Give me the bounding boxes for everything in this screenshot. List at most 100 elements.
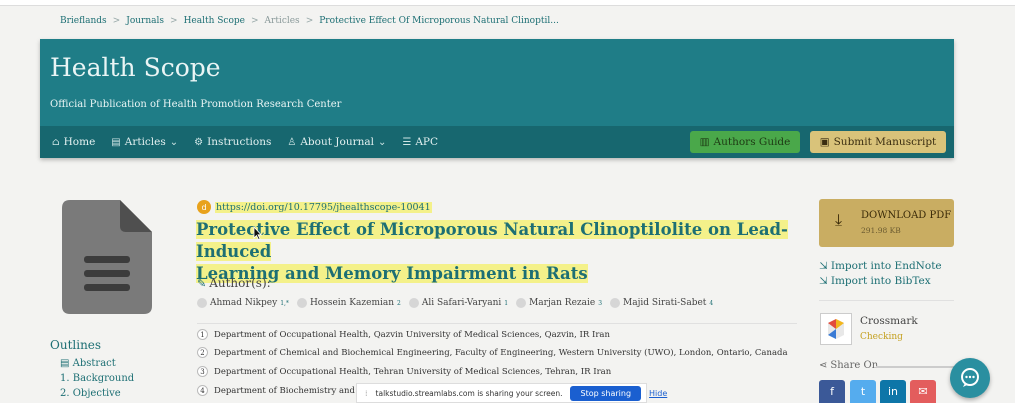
breadcrumb-separator: > xyxy=(170,16,178,26)
hide-link[interactable]: Hide xyxy=(649,389,667,398)
download-pdf-button[interactable]: ⤓ DOWNLOAD PDF 291.98 KB xyxy=(819,199,954,247)
breadcrumb-current-article: Protective Effect Of Microporous Natural… xyxy=(319,16,559,26)
nav-apc-label: APC xyxy=(415,136,439,148)
nav-about-journal-label: About Journal xyxy=(300,136,374,148)
chevron-down-icon: ⌄ xyxy=(377,136,387,148)
divider xyxy=(876,366,954,368)
share-on-label: Share On xyxy=(830,360,879,371)
author-item[interactable]: Marjan Rezaie 3 xyxy=(516,298,602,308)
twitter-share-button[interactable]: t xyxy=(850,380,876,403)
crossmark-logo xyxy=(828,319,844,339)
affiliation-text: Department of Occupational Health, Qazvi… xyxy=(214,329,610,340)
share-on-heading: ⋖ Share On xyxy=(819,360,878,371)
outline-link-abstract[interactable]: ▤ Abstract xyxy=(60,358,134,369)
drag-handle-icon[interactable]: ⁞ xyxy=(365,389,368,398)
import-icon: ⇲ xyxy=(819,260,828,272)
download-icon: ⤓ xyxy=(835,210,843,229)
article-title: Protective Effect of Microporous Natural… xyxy=(196,219,796,285)
stop-sharing-button[interactable]: Stop sharing xyxy=(570,385,642,401)
outlines-title: Outlines xyxy=(50,338,102,352)
pdf-document-icon xyxy=(62,200,152,314)
breadcrumb-separator: > xyxy=(112,16,121,26)
facebook-share-button[interactable]: f xyxy=(819,380,845,403)
affiliation-item: 2 Department of Chemical and Biochemical… xyxy=(197,347,788,358)
nav-instructions[interactable]: ⚙ Instructions xyxy=(194,136,271,148)
breadcrumb-journals[interactable]: Journals xyxy=(126,16,164,26)
nav-home-label: Home xyxy=(63,136,96,148)
outline-link-objective[interactable]: 2. Objective xyxy=(60,388,134,399)
screen-share-message: talkstudio.streamlabs.com is sharing you… xyxy=(375,388,563,398)
nav-instructions-label: Instructions xyxy=(207,136,272,148)
affiliation-item: 4 Department of Biochemistry and Ge... xyxy=(197,385,378,396)
import-endnote-label: Import into EndNote xyxy=(830,260,942,272)
author-item[interactable]: Majid Sirati-Sabet 4 xyxy=(610,298,713,308)
article-title-line-1: Protective Effect of Microporous Natural… xyxy=(196,220,788,261)
breadcrumb-brieflands[interactable]: Brieflands xyxy=(60,16,107,26)
nav-about-journal[interactable]: ♙ About Journal ⌄ xyxy=(287,136,386,148)
crossmark-status: Checking xyxy=(860,332,903,342)
affiliation-number: 4 xyxy=(197,385,208,396)
author-item[interactable]: Ahmad Nikpey 1,* xyxy=(197,298,289,308)
affiliation-text: Department of Chemical and Biochemical E… xyxy=(214,347,788,358)
nav-home[interactable]: ⌂ Home xyxy=(52,136,95,148)
import-bibtex-link[interactable]: ⇲ Import into BibTex xyxy=(819,275,931,287)
screen-share-bar: ⁞ talkstudio.streamlabs.com is sharing y… xyxy=(356,383,667,403)
affiliation-item: 1 Department of Occupational Health, Qaz… xyxy=(197,329,610,340)
doi-icon: d xyxy=(197,200,211,214)
author-affiliation-ref: 3 xyxy=(598,299,603,307)
author-item[interactable]: Ali Safari-Varyani 1 xyxy=(408,298,509,308)
person-icon: ♙ xyxy=(287,136,297,148)
author-affiliation-ref: 2 xyxy=(397,299,401,307)
browser-top-edge xyxy=(0,0,1019,6)
author-item[interactable]: Hossein Kazemian 2 xyxy=(296,298,401,308)
document-icon: ▣ xyxy=(819,136,830,148)
nav-articles[interactable]: ▤ Articles ⌄ xyxy=(111,136,178,148)
author-affiliation-ref: 1 xyxy=(504,299,509,307)
book-icon: ▤ xyxy=(111,136,121,148)
affiliation-text: Department of Biochemistry and Ge... xyxy=(214,385,378,396)
nav-apc[interactable]: ☰ APC xyxy=(402,136,438,148)
chevron-down-icon: ⌄ xyxy=(169,136,179,148)
authors-guide-button[interactable]: ▥ Authors Guide xyxy=(690,131,800,153)
authors-heading: ✎ Author(s): xyxy=(197,276,271,290)
affiliation-number: 1 xyxy=(197,329,208,340)
doi-row: d https://doi.org/10.17795/jhealthscope-… xyxy=(197,200,432,214)
doi-link[interactable]: https://doi.org/10.17795/jhealthscope-10… xyxy=(215,201,432,213)
breadcrumb-health-scope[interactable]: Health Scope xyxy=(184,16,245,26)
crossmark-icon[interactable] xyxy=(820,313,852,345)
author-affiliation-ref: 1,* xyxy=(280,299,289,307)
import-icon: ⇲ xyxy=(819,275,828,287)
outline-link-background[interactable]: 1. Background xyxy=(60,373,134,384)
linkedin-share-button[interactable]: in xyxy=(880,380,906,403)
journal-title[interactable]: Health Scope xyxy=(50,53,221,82)
bookmark-icon: ▤ xyxy=(60,358,70,369)
book-icon: ▥ xyxy=(699,136,710,148)
breadcrumb-separator: > xyxy=(305,16,314,26)
mouse-cursor-icon xyxy=(253,226,262,240)
nav-articles-label: Articles xyxy=(124,136,166,148)
import-endnote-link[interactable]: ⇲ Import into EndNote xyxy=(819,260,942,272)
download-file-size: 291.98 KB xyxy=(861,226,901,235)
share-icon: ⋖ xyxy=(819,360,828,371)
affiliation-number: 3 xyxy=(197,366,208,377)
author-name: Ahmad Nikpey xyxy=(210,298,278,308)
gears-icon: ⚙ xyxy=(194,136,204,148)
affiliation-text: Department of Occupational Health, Tehra… xyxy=(214,366,612,377)
author-name: Ali Safari-Varyani xyxy=(421,298,502,308)
journal-banner: Health Scope Official Publication of Hea… xyxy=(40,39,954,158)
divider xyxy=(819,300,954,301)
breadcrumb: Brieflands > Journals > Health Scope > A… xyxy=(60,16,559,26)
submit-manuscript-label: Submit Manuscript xyxy=(833,136,937,148)
pen-icon: ✎ xyxy=(197,276,207,290)
email-share-button[interactable]: ✉ xyxy=(910,380,936,403)
authors-heading-label: Author(s): xyxy=(209,276,271,290)
list-icon: ☰ xyxy=(402,136,412,148)
breadcrumb-articles[interactable]: Articles xyxy=(265,16,300,26)
submit-manuscript-button[interactable]: ▣ Submit Manuscript xyxy=(810,131,946,153)
crossmark-title[interactable]: Crossmark xyxy=(860,315,918,327)
chat-button[interactable] xyxy=(950,358,990,398)
author-affiliation-ref: 4 xyxy=(709,299,714,307)
avatar xyxy=(197,298,207,308)
linkedin-icon: in xyxy=(887,385,899,398)
affiliation-number: 2 xyxy=(197,347,208,358)
